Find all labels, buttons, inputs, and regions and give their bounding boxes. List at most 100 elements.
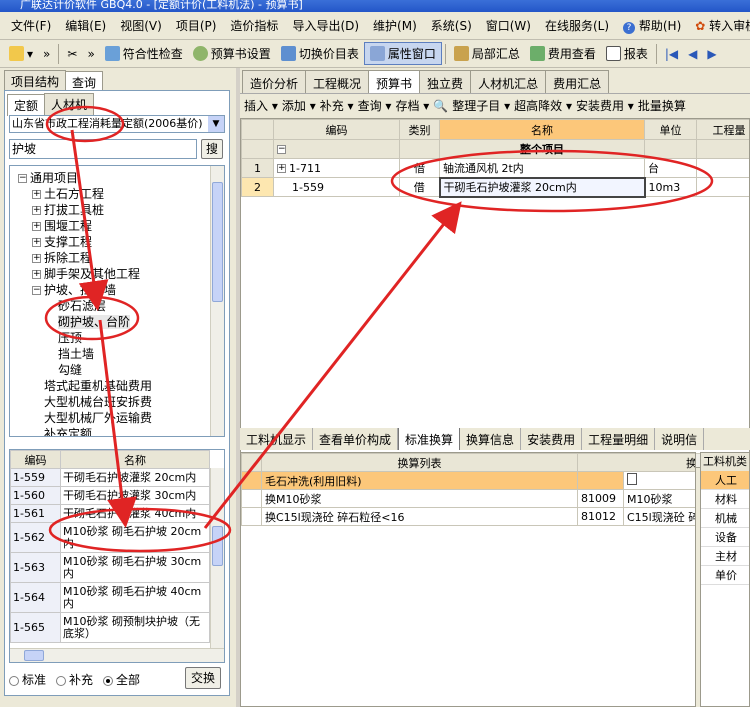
table-row[interactable]: 1-561 干砌毛石护坡灌浆 40cm内 — [10, 504, 210, 523]
subtab-conversion-info[interactable]: 换算信息 — [460, 428, 522, 450]
tree-item[interactable]: 压顶 — [10, 330, 224, 346]
add-button[interactable]: 添加 ▾ — [282, 97, 316, 114]
subtab-quota[interactable]: 定额 — [7, 94, 46, 116]
subtab-description[interactable]: 说明信 — [655, 428, 705, 450]
menu-maintain[interactable]: 维护(M) — [366, 12, 424, 40]
menu-file[interactable]: 文件(F) — [4, 12, 58, 40]
list-scrollbar[interactable] — [210, 468, 224, 648]
column-header-name[interactable]: 名称 — [60, 450, 210, 469]
expand-icon[interactable]: + — [32, 270, 41, 279]
radio-all[interactable]: 全部 — [103, 671, 140, 688]
row-quantity[interactable]: 0 — [696, 177, 749, 197]
column-header-code[interactable]: 编码 — [273, 119, 400, 140]
expand-icon[interactable]: + — [32, 222, 41, 231]
tree-item[interactable]: + 围堰工程 — [10, 218, 224, 234]
tree-item[interactable]: 大型机械厂外运输费 — [10, 410, 224, 426]
row-name[interactable]: 干砌毛石护坡灌浆 20cm内 — [438, 176, 646, 198]
compliance-check-button[interactable]: 符合性检查 — [100, 43, 188, 64]
tree-item[interactable]: 砌护坡、台阶 — [10, 314, 224, 330]
next-record-button[interactable]: ▶ — [702, 45, 721, 63]
toolbar-more-button[interactable]: » — [38, 45, 55, 63]
batch-convert-button[interactable]: 批量换算 — [638, 97, 686, 114]
tree-item[interactable]: + 拆除工程 — [10, 250, 224, 266]
row-unit[interactable]: 台 — [644, 158, 697, 178]
subtab-unit-price[interactable]: 查看单价构成 — [313, 428, 399, 450]
subtab-labor-material-machine[interactable]: 人材机 — [44, 93, 95, 115]
table-row[interactable]: 1-559 干砌毛石护坡灌浆 20cm内 — [10, 468, 210, 487]
tree-item[interactable]: + 土石方工程 — [10, 186, 224, 202]
tree-item[interactable]: + 支撑工程 — [10, 234, 224, 250]
material-type-item[interactable]: 单价 — [701, 566, 749, 585]
row-unit[interactable]: 10m3 — [644, 177, 697, 197]
budget-settings-button[interactable]: 预算书设置 — [188, 43, 276, 64]
query-button[interactable]: 查询 ▾ — [358, 97, 392, 114]
expand-icon[interactable]: + — [32, 206, 41, 215]
menu-online[interactable]: 在线服务(L) — [538, 12, 616, 40]
tree-item[interactable]: 挡土墙 — [10, 346, 224, 362]
collapse-icon[interactable]: − — [18, 174, 27, 183]
insert-button[interactable]: 插入 ▾ — [244, 97, 278, 114]
binoculars-icon[interactable]: 🔍 — [433, 99, 448, 113]
switch-price-table-button[interactable]: 切换价目表 — [276, 43, 364, 64]
expand-icon[interactable]: + — [32, 238, 41, 247]
expand-icon[interactable]: + — [32, 254, 41, 263]
material-type-item[interactable]: 主材 — [701, 547, 749, 566]
material-type-item[interactable]: 机械 — [701, 509, 749, 528]
height-reduction-button[interactable]: 超高降效 ▾ — [514, 97, 572, 114]
column-header-code[interactable]: 编码 — [10, 450, 61, 469]
tree-scrollbar[interactable] — [210, 166, 224, 436]
menu-review[interactable]: ✿ 转入审核 — [688, 12, 750, 40]
list-item[interactable]: 毛石冲洗(利用旧料) — [241, 471, 695, 490]
menu-cost-index[interactable]: 造价指标 — [223, 12, 285, 40]
collapse-icon[interactable]: − — [32, 286, 41, 295]
radio-standard[interactable]: 标准 — [9, 671, 46, 688]
tree-item[interactable]: − 护坡、挡土墙 — [10, 282, 224, 298]
tree-item[interactable]: 大型机械台班安拆费 — [10, 394, 224, 410]
menu-view[interactable]: 视图(V) — [113, 12, 169, 40]
archive-button[interactable]: 存档 ▾ — [395, 97, 429, 114]
column-header-category[interactable]: 类别 — [399, 119, 440, 140]
tree-item[interactable]: 砂石滤层 — [10, 298, 224, 314]
report-button[interactable]: 报表 — [601, 43, 653, 64]
install-fee-button[interactable]: 安装费用 ▾ — [576, 97, 634, 114]
menu-import-export[interactable]: 导入导出(D) — [285, 12, 366, 40]
menu-edit[interactable]: 编辑(E) — [58, 12, 113, 40]
column-header-unit[interactable]: 单位 — [644, 119, 697, 140]
section-row[interactable]: − 整个项目 — [241, 139, 749, 159]
partial-summary-button[interactable]: 局部汇总 — [449, 43, 525, 64]
subtab-standard-conversion[interactable]: 标准换算 — [398, 428, 461, 450]
list-item[interactable]: 换C15l现浇砼 碎石粒径<16 81012 C15l现浇砼 碎 — [241, 507, 695, 526]
search-input[interactable]: 护坡 — [9, 139, 197, 159]
menu-help[interactable]: ? 帮助(H) — [616, 12, 688, 40]
tab-project-structure[interactable]: 项目结构 — [4, 70, 67, 92]
row-quantity[interactable]: 0 — [696, 158, 749, 178]
exchange-button[interactable]: 交换 — [185, 667, 221, 689]
expand-icon[interactable]: + — [277, 164, 286, 173]
table-row[interactable]: 1-564 M10砂浆 砌毛石护坡 40cm内 — [10, 582, 210, 613]
quota-library-select[interactable]: 山东省市政工程消耗量定额(2006基价) ▼ — [9, 115, 225, 133]
table-row[interactable]: 1 +1-711 借 轴流通风机 2t内 台 0 — [241, 158, 749, 178]
tree-item[interactable]: 补充定额 — [10, 426, 224, 436]
menu-window[interactable]: 窗口(W) — [479, 12, 538, 40]
search-button[interactable]: 搜 — [201, 139, 223, 159]
table-row[interactable]: 1-565 M10砂浆 砌预制块护坡（无底浆） — [10, 612, 210, 643]
tree-item[interactable]: − 通用项目 — [10, 170, 224, 186]
tree-item[interactable]: + 脚手架及其他工程 — [10, 266, 224, 282]
radio-supplement[interactable]: 补充 — [56, 671, 93, 688]
list-item[interactable]: 换M10砂浆 81009 M10砂浆 — [241, 489, 695, 508]
subtab-lmm-display[interactable]: 工料机显示 — [240, 428, 314, 450]
open-button[interactable]: ▾ — [4, 44, 38, 63]
tree-item[interactable]: 塔式起重机基础费用 — [10, 378, 224, 394]
collapse-icon[interactable]: − — [277, 145, 286, 154]
property-window-button[interactable]: 属性窗口 — [363, 42, 442, 65]
list-hscrollbar[interactable] — [10, 648, 224, 662]
conversion-checkbox[interactable] — [623, 471, 695, 490]
table-row[interactable]: 1-560 干砌毛石护坡灌浆 30cm内 — [10, 486, 210, 505]
column-header-name[interactable]: 名称 — [439, 119, 645, 140]
prev-record-button[interactable]: ◀ — [683, 45, 702, 63]
table-row[interactable]: 1-562 M10砂浆 砌毛石护坡 20cm内 — [10, 522, 210, 553]
fee-view-button[interactable]: 费用查看 — [525, 43, 601, 64]
row-name[interactable]: 轴流通风机 2t内 — [439, 158, 645, 178]
organize-items-button[interactable]: 整理子目 ▾ — [452, 97, 510, 114]
tree-item[interactable]: 勾缝 — [10, 362, 224, 378]
